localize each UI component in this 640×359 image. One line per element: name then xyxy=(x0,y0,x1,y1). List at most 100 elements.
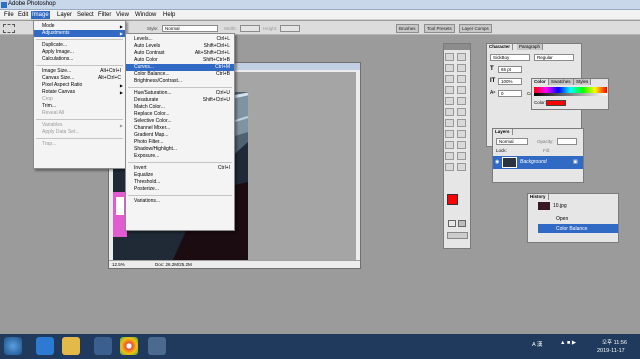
menu-view[interactable]: View xyxy=(115,11,130,19)
magic-wand-tool-icon[interactable] xyxy=(457,64,466,72)
screen-mode-icon[interactable] xyxy=(447,232,468,239)
menu-item[interactable]: Invert Ctrl+I xyxy=(126,165,234,172)
history-brush-tool-icon[interactable] xyxy=(457,97,466,105)
menu-item[interactable]: Desaturate Shift+Ctrl+U xyxy=(126,97,234,104)
menu-item[interactable]: Match Color... xyxy=(126,104,234,111)
tab-character[interactable]: Character xyxy=(487,44,514,50)
menu-item[interactable]: Pixel Aspect Ratio ▶ xyxy=(34,82,125,89)
menu-layer[interactable]: Layer xyxy=(56,11,73,19)
menu-filter[interactable]: Filter xyxy=(97,11,112,19)
menu-image[interactable]: Image xyxy=(31,11,50,19)
menu-item[interactable]: Variables ▶ xyxy=(34,122,125,129)
foreground-color-swatch[interactable] xyxy=(447,194,458,205)
style-select[interactable]: Normal xyxy=(162,25,218,32)
menu-edit[interactable]: Edit xyxy=(17,11,29,19)
menu-item[interactable]: Auto Contrast Alt+Shift+Ctrl+L xyxy=(126,50,234,57)
eraser-tool-icon[interactable] xyxy=(445,108,454,116)
menu-file[interactable]: File xyxy=(3,11,15,19)
menu-item[interactable]: Curves... Ctrl+M xyxy=(126,64,234,71)
menu-item[interactable]: Shadow/Highlight... xyxy=(126,146,234,153)
start-button-icon[interactable] xyxy=(4,337,22,355)
blur-tool-icon[interactable] xyxy=(445,119,454,127)
menu-item[interactable]: Posterize... xyxy=(126,186,234,193)
zoom-tool-icon[interactable] xyxy=(457,163,466,171)
quick-mask-icon[interactable] xyxy=(458,220,466,227)
menu-item[interactable]: Replace Color... xyxy=(126,111,234,118)
shape-tool-icon[interactable] xyxy=(457,141,466,149)
menu-item[interactable]: Trim... xyxy=(34,103,125,110)
layer-row-background[interactable]: ◉ Background ▣ xyxy=(493,156,583,169)
menu-item[interactable]: Hue/Saturation... Ctrl+U xyxy=(126,90,234,97)
menu-item[interactable]: Variations... xyxy=(126,198,234,205)
menu-item[interactable]: Photo Filter... xyxy=(126,139,234,146)
lasso-tool-icon[interactable] xyxy=(445,64,454,72)
font-style-select[interactable]: Regular xyxy=(534,54,574,61)
tab-color[interactable]: Color xyxy=(532,79,549,85)
internet-explorer-icon[interactable] xyxy=(36,337,54,355)
menu-item[interactable]: Adjustments ▶ xyxy=(34,30,125,37)
menu-item[interactable]: Reveal All xyxy=(34,110,125,117)
chrome-icon[interactable] xyxy=(120,337,138,355)
tray-icons[interactable]: ▲ ■ ▶ xyxy=(560,340,576,346)
blend-mode-select[interactable]: Normal xyxy=(496,138,528,145)
marquee-tool-icon[interactable] xyxy=(457,53,466,61)
menu-item[interactable]: Mode ▶ xyxy=(34,23,125,30)
menu-item[interactable]: Apply Data Set... xyxy=(34,129,125,136)
menu-item[interactable]: Duplicate... xyxy=(34,42,125,49)
tools-panel-header[interactable] xyxy=(444,44,470,50)
menu-item[interactable]: Selective Color... xyxy=(126,118,234,125)
notes-tool-icon[interactable] xyxy=(445,152,454,160)
menu-item[interactable]: Rotate Canvas ▶ xyxy=(34,89,125,96)
opacity-field[interactable] xyxy=(557,138,577,145)
snapshot-name[interactable]: 10.jpg xyxy=(553,203,567,209)
width-field[interactable] xyxy=(240,25,260,32)
menu-item[interactable]: Color Balance... Ctrl+B xyxy=(126,71,234,78)
menu-item[interactable]: Brightness/Contrast... xyxy=(126,78,234,85)
marquee-tool-icon[interactable] xyxy=(3,24,15,33)
healing-tool-icon[interactable] xyxy=(445,86,454,94)
menu-item[interactable]: Channel Mixer... xyxy=(126,125,234,132)
tab-swatches[interactable]: Swatches xyxy=(549,79,574,85)
menu-item[interactable]: Exposure... xyxy=(126,153,234,160)
history-item[interactable]: Open xyxy=(538,215,618,223)
menu-item[interactable]: Canvas Size... Alt+Ctrl+C xyxy=(34,75,125,82)
menu-window[interactable]: Window xyxy=(134,11,157,19)
font-family-select[interactable]: SickBoy xyxy=(490,54,530,61)
menu-item[interactable]: Auto Color Shift+Ctrl+B xyxy=(126,57,234,64)
tab-layers[interactable]: Layers xyxy=(493,129,513,135)
grayscale-ramp[interactable] xyxy=(534,93,607,96)
vertical-scale-field[interactable]: 100% xyxy=(498,78,522,85)
ime-indicator[interactable]: A 漢 xyxy=(532,340,542,348)
dodge-tool-icon[interactable] xyxy=(457,119,466,127)
baseline-field[interactable]: 0 xyxy=(498,90,522,97)
photoshop-taskbar-icon[interactable] xyxy=(148,337,166,355)
zoom-level[interactable]: 12.5% xyxy=(112,261,125,268)
tab-layer-comps[interactable]: Layer Comps xyxy=(459,24,492,33)
crop-tool-icon[interactable] xyxy=(445,75,454,83)
color-panel-swatch[interactable] xyxy=(546,100,566,106)
menu-item[interactable]: Calculations... xyxy=(34,56,125,63)
standard-mode-icon[interactable] xyxy=(448,220,456,227)
media-player-icon[interactable] xyxy=(94,337,112,355)
menu-item[interactable]: Threshold... xyxy=(126,179,234,186)
menu-item[interactable]: Auto Levels Shift+Ctrl+L xyxy=(126,43,234,50)
type-tool-icon[interactable] xyxy=(457,130,466,138)
path-select-tool-icon[interactable] xyxy=(445,130,454,138)
menu-select[interactable]: Select xyxy=(76,11,95,19)
slice-tool-icon[interactable] xyxy=(457,75,466,83)
menu-item[interactable]: Gradient Map... xyxy=(126,132,234,139)
menu-item[interactable]: Equalize xyxy=(126,172,234,179)
brush-tool-icon[interactable] xyxy=(457,86,466,94)
move-tool-icon[interactable] xyxy=(445,53,454,61)
tab-tool-presets[interactable]: Tool Presets xyxy=(424,24,455,33)
font-size-field[interactable]: 65 pt xyxy=(498,66,522,73)
menu-item[interactable]: Levels... Ctrl+L xyxy=(126,36,234,43)
stamp-tool-icon[interactable] xyxy=(445,97,454,105)
menu-item[interactable]: Apply Image... xyxy=(34,49,125,56)
height-field[interactable] xyxy=(280,25,300,32)
history-item-selected[interactable]: Color Balance xyxy=(538,224,618,233)
tab-brushes[interactable]: Brushes xyxy=(396,24,419,33)
tab-history[interactable]: History xyxy=(528,194,549,200)
gradient-tool-icon[interactable] xyxy=(457,108,466,116)
menu-item[interactable]: Image Size... Alt+Ctrl+I xyxy=(34,68,125,75)
